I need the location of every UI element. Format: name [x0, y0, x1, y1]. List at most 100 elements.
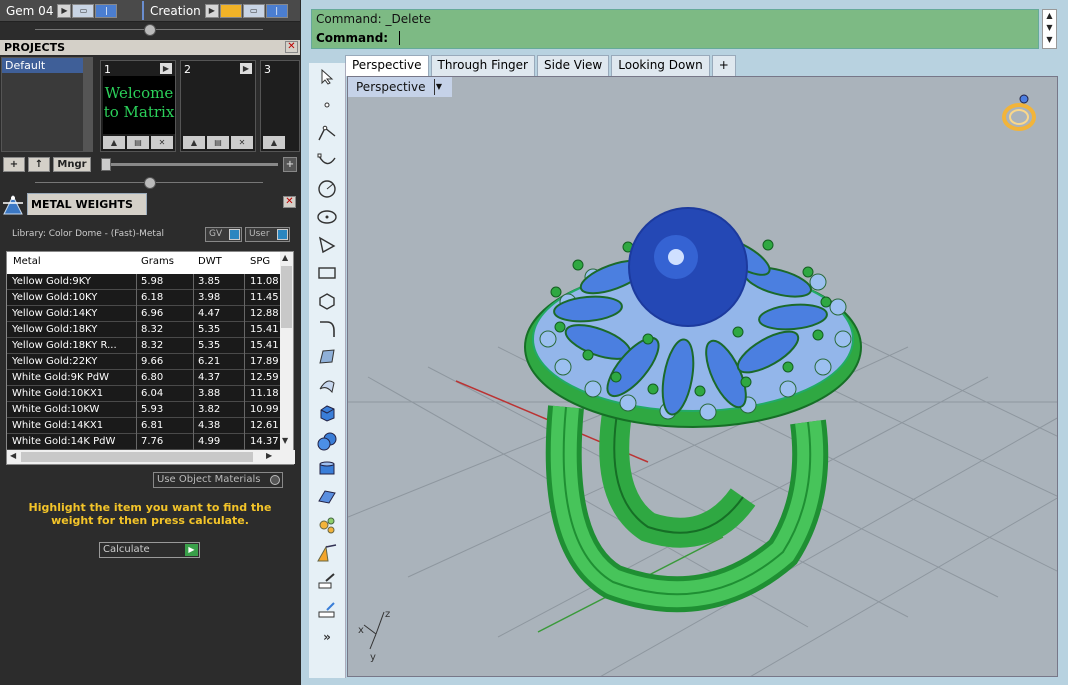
- lock-icon[interactable]: ▭: [72, 3, 95, 18]
- splitter-knob-icon[interactable]: [144, 24, 156, 36]
- scroll-up-icon[interactable]: ▲: [282, 253, 288, 262]
- more-tools-icon[interactable]: »: [315, 627, 339, 647]
- manager-button[interactable]: Mngr: [53, 157, 91, 172]
- up-arrow-icon[interactable]: ▲: [263, 136, 285, 149]
- analyze-tool-icon[interactable]: [315, 599, 339, 619]
- pin-icon[interactable]: |: [265, 3, 288, 18]
- tab-perspective[interactable]: Perspective: [345, 55, 429, 76]
- command-input-caret[interactable]: [399, 31, 400, 45]
- table-row[interactable]: Yellow Gold:18KY 8.32 5.35 15.41: [7, 322, 281, 338]
- polygon-icon[interactable]: [315, 235, 339, 255]
- table-row[interactable]: Yellow Gold:9KY 5.98 3.85 11.08: [7, 274, 281, 290]
- table-row[interactable]: Yellow Gold:22KY 9.66 6.21 17.89: [7, 354, 281, 370]
- project-list[interactable]: Default: [1, 57, 85, 152]
- project-item-default[interactable]: Default: [2, 58, 84, 73]
- radio-icon[interactable]: [270, 475, 280, 485]
- close-icon[interactable]: ✕: [283, 196, 296, 208]
- thumbnail-size-slider[interactable]: [101, 158, 278, 171]
- column-header-dwt[interactable]: DWT: [198, 256, 222, 267]
- scroll-thumb[interactable]: [281, 266, 292, 328]
- splitter-knob-icon[interactable]: [144, 177, 156, 189]
- curve-icon[interactable]: [315, 151, 339, 171]
- hexagon-icon[interactable]: [315, 291, 339, 311]
- surface-from-curves-icon[interactable]: [315, 347, 339, 367]
- save-icon[interactable]: ▤: [207, 136, 229, 149]
- fillet-curve-icon[interactable]: [315, 319, 339, 339]
- chevron-down-icon[interactable]: ▼: [433, 79, 444, 95]
- user-checkbox[interactable]: User: [245, 227, 290, 242]
- play-icon[interactable]: ▶: [57, 3, 72, 18]
- play-icon[interactable]: ▶: [240, 63, 252, 74]
- box-solid-icon[interactable]: [315, 403, 339, 423]
- polyline-icon[interactable]: [315, 123, 339, 143]
- table-row[interactable]: White Gold:14KX1 6.81 4.38 12.61: [7, 418, 281, 434]
- tab-side-view[interactable]: Side View: [537, 55, 610, 76]
- table-row[interactable]: White Gold:10KW 5.93 3.82 10.99: [7, 402, 281, 418]
- zoom-in-button[interactable]: +: [283, 157, 297, 172]
- save-icon[interactable]: ▤: [127, 136, 149, 149]
- select-arrow-icon[interactable]: [315, 67, 339, 87]
- ring-band-icon[interactable]: [315, 459, 339, 479]
- up-arrow-icon[interactable]: ▲: [103, 136, 125, 149]
- table-row[interactable]: White Gold:10KX1 6.04 3.88 11.18: [7, 386, 281, 402]
- slider-thumb[interactable]: [101, 158, 111, 171]
- column-header-metal[interactable]: Metal: [13, 256, 41, 267]
- pin-icon[interactable]: |: [95, 3, 118, 18]
- mode-creation[interactable]: Creation ▶ ▭ |: [142, 1, 289, 20]
- scroll-down-icon[interactable]: ▼: [1043, 22, 1056, 34]
- table-row[interactable]: White Gold:9K PdW 6.80 4.37 12.59: [7, 370, 281, 386]
- scroll-right-icon[interactable]: ▶: [266, 451, 272, 460]
- column-header-spg[interactable]: SPG: [250, 256, 270, 267]
- table-row[interactable]: Yellow Gold:14KY 6.96 4.47 12.88: [7, 306, 281, 322]
- table-row[interactable]: Yellow Gold:10KY 6.18 3.98 11.45: [7, 290, 281, 306]
- up-arrow-icon[interactable]: ▲: [183, 136, 205, 149]
- close-icon[interactable]: ✕: [285, 41, 298, 53]
- column-header-grams[interactable]: Grams: [141, 256, 174, 267]
- viewport-perspective[interactable]: z x y Perspective ▼: [347, 76, 1058, 677]
- up-button[interactable]: ↑: [28, 157, 50, 172]
- circle-icon[interactable]: [315, 179, 339, 199]
- gv-checkbox[interactable]: GV: [205, 227, 242, 242]
- scroll-left-icon[interactable]: ◀: [10, 451, 16, 460]
- ring-view-icon[interactable]: [1002, 94, 1036, 131]
- folder-icon[interactable]: [219, 3, 242, 18]
- panel-splitter[interactable]: [0, 23, 300, 37]
- play-icon[interactable]: ▶: [160, 63, 172, 74]
- edit-tool-icon[interactable]: [315, 571, 339, 591]
- gem-surface-icon[interactable]: [315, 487, 339, 507]
- ring-model[interactable]: [524, 207, 862, 613]
- table-row[interactable]: White Gold:14K PdW 7.76 4.99 14.37: [7, 434, 281, 450]
- add-tab-button[interactable]: +: [711, 55, 736, 76]
- tab-looking-down[interactable]: Looking Down: [611, 55, 710, 76]
- ellipse-icon[interactable]: [315, 207, 339, 227]
- spheres-icon[interactable]: [315, 431, 339, 451]
- table-vertical-scrollbar[interactable]: ▲ ▼: [280, 252, 293, 450]
- add-project-button[interactable]: +: [3, 157, 25, 172]
- slot-thumbnail[interactable]: Welcome to Matrix: [103, 76, 175, 134]
- loft-surface-icon[interactable]: [315, 375, 339, 395]
- project-slot-3[interactable]: 3 ▲: [260, 60, 300, 152]
- project-list-scrollbar[interactable]: [83, 57, 93, 152]
- project-slot-2[interactable]: 2 ▶ ▲ ▤ ✕: [180, 60, 256, 152]
- transform-icon[interactable]: [315, 543, 339, 563]
- project-slot-1[interactable]: 1 ▶ Welcome to Matrix ▲ ▤ ✕: [100, 60, 176, 152]
- gear-icon[interactable]: [315, 515, 339, 535]
- viewport-title[interactable]: Perspective ▼: [348, 77, 452, 97]
- delete-icon[interactable]: ✕: [231, 136, 253, 149]
- scroll-down-icon[interactable]: ▼: [282, 436, 288, 445]
- metal-table[interactable]: Metal Grams DWT SPG Yellow Gold:9KY 5.98 3…: [6, 251, 295, 465]
- command-area[interactable]: Command: _Delete Command:: [311, 9, 1039, 49]
- scene-canvas[interactable]: z x y: [348, 77, 1058, 677]
- lock-icon[interactable]: ▭: [242, 3, 265, 18]
- calculate-button[interactable]: Calculate ▶: [99, 542, 200, 558]
- rectangle-icon[interactable]: [315, 263, 339, 283]
- scroll-thumb[interactable]: [21, 452, 253, 462]
- table-horizontal-scrollbar[interactable]: ◀ ▶: [7, 450, 295, 464]
- delete-icon[interactable]: ✕: [151, 136, 173, 149]
- play-icon[interactable]: ▶: [204, 3, 219, 18]
- panel-splitter-2[interactable]: [0, 176, 300, 190]
- play-icon[interactable]: ▶: [185, 544, 198, 556]
- use-object-materials-option[interactable]: Use Object Materials: [153, 472, 283, 488]
- scroll-down-more-icon[interactable]: ▼: [1043, 34, 1056, 46]
- scroll-up-icon[interactable]: ▲: [1043, 10, 1056, 22]
